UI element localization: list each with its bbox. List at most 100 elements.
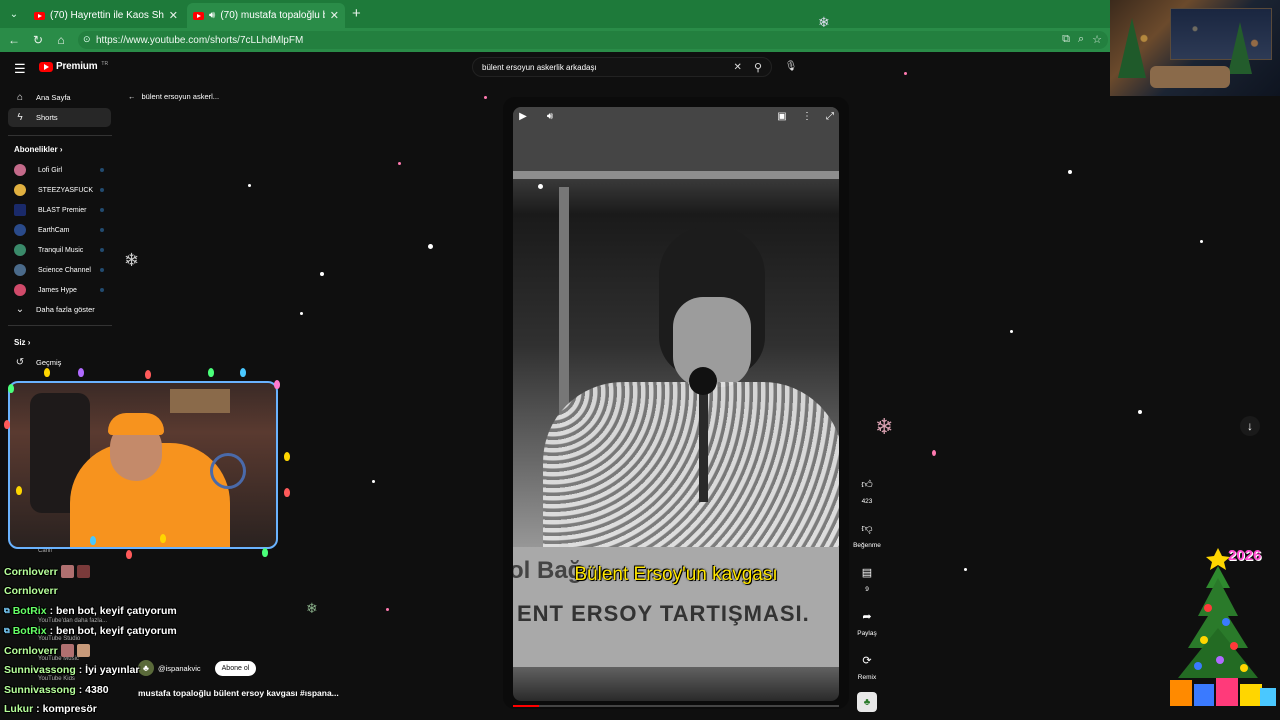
subscriptions-heading-text: Abonelikler — [14, 145, 58, 154]
snowflake — [484, 96, 487, 99]
sound-thumbnail[interactable]: ♣ — [857, 692, 877, 712]
sidebar-sub-tranquil[interactable]: Tranquil Music — [14, 241, 110, 259]
like-action[interactable]: 👍︎ 423 — [852, 473, 882, 506]
remix-icon[interactable]: ⟳ — [856, 649, 878, 671]
close-tab-icon[interactable]: ✕ — [330, 9, 339, 22]
chat-emote — [76, 565, 90, 578]
clear-search-icon[interactable]: ✕ — [734, 62, 742, 73]
sidebar-divider — [8, 135, 112, 136]
streamer-webcam — [8, 381, 278, 549]
sidebar-sub-james-hype[interactable]: James Hype — [14, 281, 110, 299]
fullscreen-icon[interactable]: ⤢ — [822, 108, 838, 124]
install-app-icon[interactable]: ⧉ — [1062, 33, 1070, 46]
comment-icon[interactable]: ▤ — [856, 561, 878, 583]
share-arrow-icon[interactable]: ➦ — [856, 605, 878, 627]
chevron-right-icon: › — [27, 338, 31, 347]
christmas-tree-decoration — [1170, 548, 1276, 706]
progress-bar[interactable] — [513, 705, 839, 707]
shelf — [170, 389, 230, 413]
speaker-icon[interactable]: 🔊︎ — [209, 10, 215, 21]
chat-username: Cornloverr — [4, 565, 58, 578]
snowflake — [386, 608, 389, 611]
channel-avatar — [14, 164, 26, 176]
sidebar-sub-steezy[interactable]: STEEZYASFUCK — [14, 181, 110, 199]
chat-text: : ben bot, keyif çatıyorum — [49, 625, 177, 637]
sidebar-sub-blast[interactable]: BLAST Premier — [14, 201, 110, 219]
sidebar-sub-science[interactable]: Science Channel — [14, 261, 110, 279]
subscribe-button[interactable]: Abone ol — [214, 660, 257, 676]
show-more-label: Daha fazla göster — [36, 305, 95, 314]
volume-icon[interactable]: 🔊︎ — [542, 108, 558, 124]
thumbs-up-icon[interactable]: 👍︎ — [856, 473, 878, 495]
logo-wordmark: Premium — [56, 61, 98, 72]
snowflake-icon: ❄ — [124, 250, 140, 270]
shorts-player[interactable]: ol Bağ ENT ERSOY TARTIŞMASI. Bülent Erso… — [503, 97, 849, 709]
dislike-action[interactable]: 👎︎ Beğenme — [852, 517, 882, 550]
search-icon[interactable]: ⚲ — [754, 61, 762, 74]
sidebar-divider — [8, 325, 112, 326]
sidebar-sub-earthcam[interactable]: EarthCam — [14, 221, 110, 239]
comment-count: 9 — [865, 586, 869, 593]
channel-avatar[interactable]: ♣ — [138, 660, 154, 676]
sidebar-sub-lofi-girl[interactable]: Lofi Girl — [14, 161, 110, 179]
faint-youtube-kids[interactable]: YouTube Kids — [38, 676, 75, 682]
site-info-icon[interactable]: ⊙ — [83, 34, 91, 45]
video-frame[interactable]: ol Bağ ENT ERSOY TARTIŞMASI. — [513, 107, 839, 701]
sub-label: STEEZYASFUCK — [38, 186, 94, 194]
bookmark-star-icon[interactable]: ☆ — [1092, 33, 1102, 46]
you-heading[interactable]: Siz › — [14, 338, 30, 347]
captions-icon[interactable]: ▣ — [774, 108, 790, 124]
search-box[interactable]: bülent ersoyun askerlik arkadaşı ✕ ⚲ — [472, 57, 772, 77]
sidebar-item-label: Geçmiş — [36, 358, 62, 367]
url-field[interactable]: ⊙ https://www.youtube.com/shorts/7cLLhdM… — [78, 31, 1108, 49]
channel-name[interactable]: @ispanakvic — [158, 664, 201, 673]
close-tab-icon[interactable]: ✕ — [169, 9, 178, 22]
show-more-button[interactable]: ⌄ Daha fazla göster — [8, 300, 111, 319]
snowflake-icon: ❄ — [818, 14, 830, 30]
short-title[interactable]: mustafa topaloğlu bülent ersoy kavgası #… — [138, 688, 339, 698]
new-tab-plus-icon[interactable]: + — [352, 5, 361, 22]
chat-text: : İyi yayınlar — [78, 664, 140, 676]
comments-action[interactable]: ▤ 9 — [852, 561, 882, 594]
share-label: Paylaş — [857, 630, 877, 637]
remix-action[interactable]: ⟳ Remix — [852, 649, 882, 682]
zoom-icon[interactable]: ⌕ — [1078, 33, 1084, 46]
subscriptions-heading[interactable]: Abonelikler › — [14, 145, 62, 154]
youtube-logo[interactable]: Premium TR — [39, 61, 108, 72]
live-dot — [100, 248, 104, 252]
reload-icon[interactable]: ↻ — [30, 32, 46, 48]
thumbs-down-icon[interactable]: 👎︎ — [856, 517, 878, 539]
sidebar-item-history[interactable]: ↺ Geçmiş — [8, 353, 111, 372]
chat-message: Cornloverr — [4, 565, 90, 578]
home-icon[interactable]: ⌂ — [53, 32, 69, 48]
chat-username: Lukur — [4, 703, 34, 715]
back-to-search-link[interactable]: ← bülent ersoyun askerl... — [128, 92, 219, 101]
play-icon[interactable]: ▶ — [515, 108, 531, 124]
voice-search-mic-icon[interactable]: 🎙︎ — [783, 58, 799, 74]
back-arrow-icon: ← — [128, 92, 136, 101]
light-bulb — [284, 452, 290, 461]
snowflake — [1010, 330, 1013, 333]
chevron-down-icon: ⌄ — [15, 304, 25, 315]
tab-list-chevron-icon[interactable]: ⌄ — [6, 6, 22, 22]
lights — [1110, 0, 1280, 96]
microphone — [689, 367, 717, 395]
share-action[interactable]: ➦ Paylaş — [852, 605, 882, 638]
more-options-icon[interactable]: ⋮ — [799, 108, 815, 124]
sub-label: Tranquil Music — [38, 246, 84, 254]
snowflake — [248, 184, 251, 187]
browser-tab-1[interactable]: (70) Hayrettin ile Kaos Show - 2.S ✕ — [28, 3, 184, 28]
channel-row: ♣ @ispanakvic Abone ol — [138, 660, 257, 676]
live-dot — [100, 188, 104, 192]
search-input[interactable]: bülent ersoyun askerlik arkadaşı — [482, 63, 734, 72]
sidebar-item-home[interactable]: ⌂ Ana Sayfa — [8, 88, 111, 107]
chat-text: : ben bot, keyif çatıyorum — [49, 605, 177, 617]
sidebar-item-shorts[interactable]: ϟ Shorts — [8, 108, 111, 127]
back-arrow-icon[interactable]: ← — [6, 32, 22, 48]
sidebar-item-label: Shorts — [36, 113, 58, 122]
next-short-arrow-icon[interactable]: ↓ — [1240, 416, 1260, 436]
menu-hamburger-icon[interactable]: ☰ — [14, 61, 26, 77]
browser-tab-2-active[interactable]: 🔊︎ (70) mustafa topaloğlu bülent ✕ — [187, 3, 345, 28]
live-dot — [100, 228, 104, 232]
light-bulb — [240, 368, 246, 377]
